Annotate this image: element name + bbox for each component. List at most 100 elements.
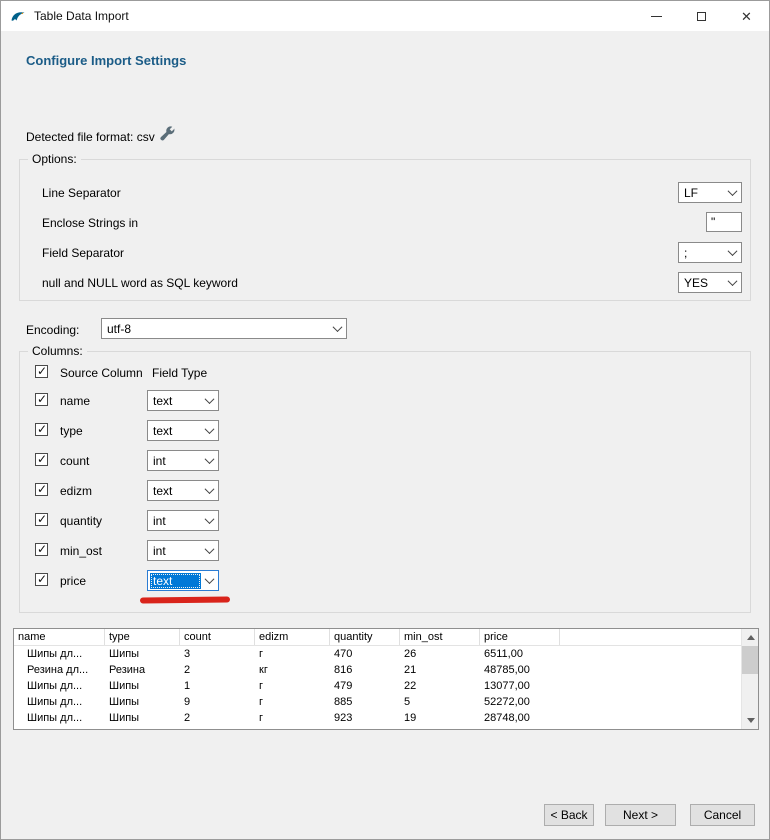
preview-table[interactable]: name type count edizm quantity min_ost p…	[13, 628, 759, 730]
scrollbar-thumb[interactable]	[742, 646, 759, 674]
preview-header-cell[interactable]: edizm	[255, 629, 330, 645]
wrench-icon[interactable]	[159, 126, 176, 143]
encoding-label: Encoding:	[26, 323, 79, 337]
cell: г	[255, 646, 330, 662]
scroll-up-button[interactable]	[742, 629, 759, 646]
page-title: Configure Import Settings	[26, 53, 186, 68]
columns-legend: Columns:	[28, 344, 87, 358]
enclose-strings-input[interactable]	[706, 212, 742, 232]
chevron-down-icon	[201, 541, 218, 560]
chevron-down-icon	[201, 421, 218, 440]
chevron-down-icon	[201, 511, 218, 530]
column-checkbox-type[interactable]	[35, 423, 48, 436]
cell: 52272,00	[480, 694, 560, 710]
cell: 816	[330, 662, 400, 678]
encoding-select[interactable]: utf-8	[101, 318, 347, 339]
cell: кг	[255, 662, 330, 678]
column-checkbox-min-ost[interactable]	[35, 543, 48, 556]
cell: Резина дл...	[14, 662, 105, 678]
cell: Шипы	[105, 710, 180, 726]
table-row[interactable]: Шипы дл... Шипы 9 г 885 5 52272,00	[14, 694, 758, 710]
field-type-select-quantity[interactable]: int	[147, 510, 219, 531]
preview-header-cell[interactable]: quantity	[330, 629, 400, 645]
preview-header-cell[interactable]: price	[480, 629, 560, 645]
cancel-button[interactable]: Cancel	[690, 804, 755, 826]
scroll-down-button[interactable]	[742, 712, 759, 729]
column-checkbox-name[interactable]	[35, 393, 48, 406]
chevron-down-icon	[201, 571, 218, 590]
table-row[interactable]: Шипы дл... Шипы 1 г 479 22 13077,00	[14, 678, 758, 694]
field-type-select-count[interactable]: int	[147, 450, 219, 471]
minimize-button[interactable]	[634, 1, 679, 31]
table-row[interactable]: Резина дл... Резина 2 кг 816 21 48785,00	[14, 662, 758, 678]
close-icon: ✕	[741, 10, 752, 23]
close-button[interactable]: ✕	[724, 1, 769, 31]
cell: Шипы дл...	[14, 646, 105, 662]
field-type-select-edizm[interactable]: text	[147, 480, 219, 501]
column-checkbox-price[interactable]	[35, 573, 48, 586]
field-separator-select[interactable]: ;	[678, 242, 742, 263]
cell: 22	[400, 678, 480, 694]
chevron-down-icon	[201, 391, 218, 410]
options-group: Options: Line Separator LF Enclose Strin…	[19, 159, 751, 301]
cell: Шипы	[105, 694, 180, 710]
table-row[interactable]: Шипы дл... Шипы 2 г 923 19 28748,00	[14, 710, 758, 726]
column-label-min-ost: min_ost	[60, 544, 102, 558]
field-separator-label: Field Separator	[42, 246, 124, 260]
back-button[interactable]: < Back	[544, 804, 594, 826]
cell: 48785,00	[480, 662, 560, 678]
next-button[interactable]: Next >	[605, 804, 676, 826]
arrow-up-icon	[747, 635, 755, 640]
cell: Шипы	[105, 646, 180, 662]
table-row[interactable]: Шипы дл... Шипы 3 г 470 26 6511,00	[14, 646, 758, 662]
cell: 2	[180, 710, 255, 726]
column-checkbox-count[interactable]	[35, 453, 48, 466]
cell: 3	[180, 646, 255, 662]
cell: 9	[180, 694, 255, 710]
cell: 923	[330, 710, 400, 726]
null-keyword-select[interactable]: YES	[678, 272, 742, 293]
preview-header-cell[interactable]: min_ost	[400, 629, 480, 645]
column-label-count: count	[60, 454, 89, 468]
window-title: Table Data Import	[34, 9, 129, 23]
field-type-header: Field Type	[152, 366, 207, 380]
chevron-down-icon	[201, 451, 218, 470]
chevron-down-icon	[724, 273, 741, 292]
detected-format-label: Detected file format: csv	[26, 130, 155, 144]
cell: 21	[400, 662, 480, 678]
select-all-checkbox[interactable]	[35, 365, 48, 378]
field-type-select-price[interactable]: text	[147, 570, 219, 591]
vertical-scrollbar[interactable]	[741, 629, 758, 729]
maximize-button[interactable]	[679, 1, 724, 31]
annotation-red-underline	[140, 597, 230, 604]
preview-header-row: name type count edizm quantity min_ost p…	[14, 629, 758, 646]
field-type-select-min-ost[interactable]: int	[147, 540, 219, 561]
cell: 19	[400, 710, 480, 726]
cell: 28748,00	[480, 710, 560, 726]
column-label-type: type	[60, 424, 83, 438]
column-label-edizm: edizm	[60, 484, 92, 498]
column-checkbox-quantity[interactable]	[35, 513, 48, 526]
preview-header-cell[interactable]: count	[180, 629, 255, 645]
field-type-select-type[interactable]: text	[147, 420, 219, 441]
cell: г	[255, 710, 330, 726]
cell: Шипы	[105, 678, 180, 694]
cell: 2	[180, 662, 255, 678]
line-separator-select[interactable]: LF	[678, 182, 742, 203]
column-label-quantity: quantity	[60, 514, 102, 528]
cell: Шипы дл...	[14, 694, 105, 710]
preview-header-cell[interactable]: type	[105, 629, 180, 645]
column-checkbox-edizm[interactable]	[35, 483, 48, 496]
field-type-select-name[interactable]: text	[147, 390, 219, 411]
chevron-down-icon	[724, 243, 741, 262]
options-legend: Options:	[28, 152, 81, 166]
cell: 479	[330, 678, 400, 694]
preview-header-cell[interactable]: name	[14, 629, 105, 645]
arrow-down-icon	[747, 718, 755, 723]
cell: 470	[330, 646, 400, 662]
titlebar[interactable]: Table Data Import ✕	[1, 1, 769, 31]
chevron-down-icon	[724, 183, 741, 202]
null-keyword-label: null and NULL word as SQL keyword	[42, 276, 238, 290]
column-label-price: price	[60, 574, 86, 588]
source-column-header: Source Column	[60, 366, 143, 380]
